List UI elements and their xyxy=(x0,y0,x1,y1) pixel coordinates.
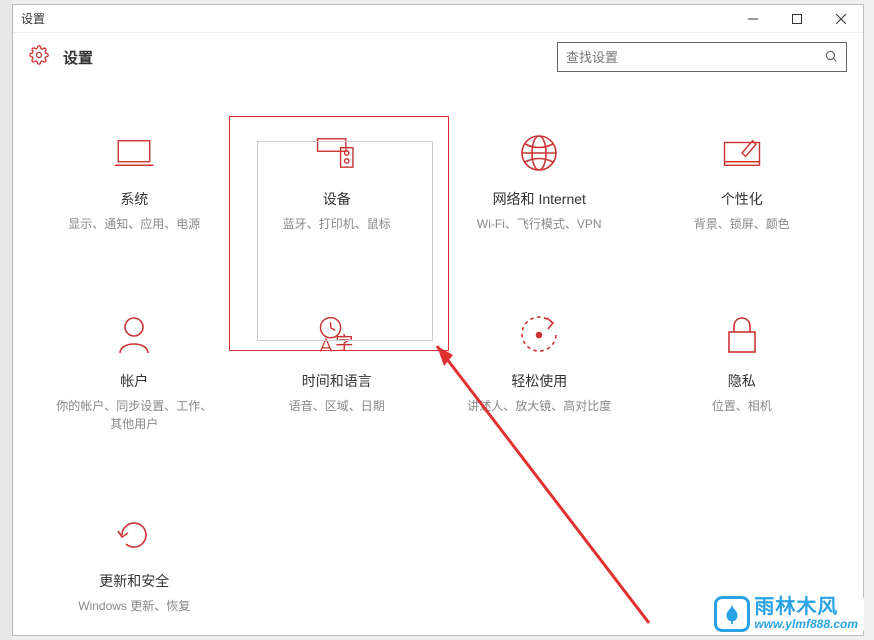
tile-title: 帐户 xyxy=(120,371,148,391)
time-language-icon: 字 xyxy=(315,313,359,357)
tile-time-language[interactable]: 字 时间和语言 语音、区域、日期 xyxy=(236,303,439,443)
watermark-url: www.ylmf888.com xyxy=(754,618,858,631)
close-icon xyxy=(836,14,846,24)
svg-text:字: 字 xyxy=(335,334,353,354)
tile-title: 个性化 xyxy=(721,189,763,209)
tile-privacy[interactable]: 隐私 位置、相机 xyxy=(641,303,844,443)
page-title: 设置 xyxy=(63,47,93,68)
tile-title: 隐私 xyxy=(728,371,756,391)
settings-window: 设置 设置 xyxy=(12,4,864,636)
tile-title: 时间和语言 xyxy=(302,371,372,391)
tile-subtitle: 讲述人、放大镜、高对比度 xyxy=(467,397,611,415)
tile-subtitle: 位置、相机 xyxy=(712,397,772,415)
tile-subtitle: 蓝牙、打印机、鼠标 xyxy=(283,215,391,233)
tile-devices[interactable]: 设备 蓝牙、打印机、鼠标 xyxy=(236,121,439,243)
gear-icon xyxy=(29,45,49,70)
tile-title: 系统 xyxy=(120,189,148,209)
tile-title: 设备 xyxy=(323,189,351,209)
watermark-title: 雨林木风 xyxy=(754,597,858,618)
tile-subtitle: 显示、通知、应用、电源 xyxy=(68,215,200,233)
maximize-icon xyxy=(792,14,802,24)
tile-update-security[interactable]: 更新和安全 Windows 更新、恢复 xyxy=(33,503,236,625)
tile-ease-of-access[interactable]: 轻松使用 讲述人、放大镜、高对比度 xyxy=(438,303,641,443)
devices-icon xyxy=(314,131,360,175)
tile-subtitle: 语音、区域、日期 xyxy=(289,397,385,415)
tile-title: 更新和安全 xyxy=(99,571,169,591)
globe-icon xyxy=(519,131,559,175)
window-title: 设置 xyxy=(21,10,45,27)
tile-system[interactable]: 系统 显示、通知、应用、电源 xyxy=(33,121,236,243)
tile-personalization[interactable]: 个性化 背景、锁屏、颜色 xyxy=(641,121,844,243)
tile-subtitle: 你的帐户、同步设置、工作、其他用户 xyxy=(54,397,214,433)
tile-subtitle: Windows 更新、恢复 xyxy=(78,597,190,615)
minimize-icon xyxy=(748,14,758,24)
close-button[interactable] xyxy=(819,5,863,33)
watermark-icon xyxy=(714,596,750,632)
maximize-button[interactable] xyxy=(775,5,819,33)
ease-of-access-icon xyxy=(519,313,559,357)
lock-icon xyxy=(725,313,759,357)
window-controls xyxy=(731,5,863,33)
person-icon xyxy=(116,313,152,357)
tile-subtitle: Wi-Fi、飞行模式、VPN xyxy=(477,215,602,233)
personalization-icon xyxy=(721,131,763,175)
search-box[interactable] xyxy=(557,42,847,72)
search-icon xyxy=(824,49,838,66)
tile-title: 轻松使用 xyxy=(511,371,567,391)
display-icon xyxy=(113,131,155,175)
tile-network[interactable]: 网络和 Internet Wi-Fi、飞行模式、VPN xyxy=(438,121,641,243)
titlebar: 设置 xyxy=(13,5,863,33)
minimize-button[interactable] xyxy=(731,5,775,33)
header: 设置 xyxy=(13,33,863,81)
tile-title: 网络和 Internet xyxy=(493,189,586,209)
tile-accounts[interactable]: 帐户 你的帐户、同步设置、工作、其他用户 xyxy=(33,303,236,443)
search-input[interactable] xyxy=(566,50,816,65)
watermark: 雨林木风 www.ylmf888.com xyxy=(708,594,864,634)
update-icon xyxy=(114,513,154,557)
tile-subtitle: 背景、锁屏、颜色 xyxy=(694,215,790,233)
content-area: 系统 显示、通知、应用、电源 设备 蓝牙、打印机、鼠标 网络和 Internet… xyxy=(13,81,863,635)
